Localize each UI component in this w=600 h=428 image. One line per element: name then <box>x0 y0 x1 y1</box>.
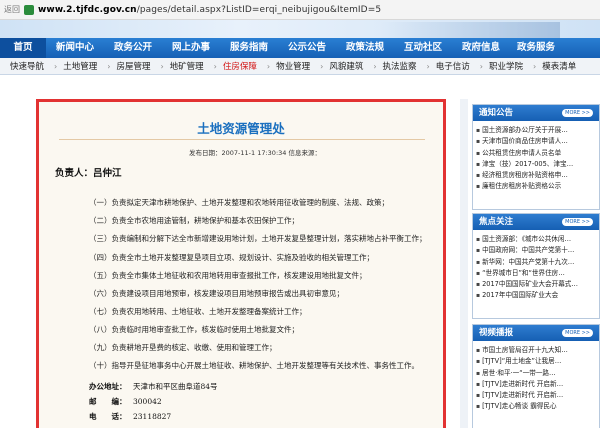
main-nav-item[interactable]: 政策法规 <box>336 38 394 58</box>
article-title: 土地资源管理处 <box>197 121 285 136</box>
main-nav-item[interactable]: 公示公告 <box>278 38 336 58</box>
duty-line: （九）负责耕地开垦费的核定、收缴、使用和管理工作； <box>89 343 277 352</box>
focus-list-item[interactable]: “世界城市日”和“世界住房… <box>476 268 597 279</box>
videos-list-item[interactable]: [TJTV]走进新时代 开启新… <box>476 390 597 401</box>
videos-list-item[interactable]: [TJTV]“用土地金”让我居… <box>476 356 597 367</box>
chevron-right-icon: › <box>426 61 430 71</box>
title-divider <box>59 139 425 140</box>
main-nav-item[interactable]: 政务服务 <box>510 38 562 58</box>
sub-nav-item[interactable]: 物业管理 <box>276 60 310 72</box>
main-nav-item[interactable]: 首页 <box>0 38 46 58</box>
videos-list-item[interactable]: 居世·和平·一“一带一路… <box>476 368 597 379</box>
article-panel: 土地资源管理处 发布日期：2007-11-1 17:30:34 信息来源： 负责… <box>36 99 446 428</box>
sub-nav-item[interactable]: 职业学院 <box>489 60 523 72</box>
duty-line: （二）负责全市农地用途管制，耕地保护和基本农田保护工作； <box>89 216 299 225</box>
main-nav: 首页 新闻中心 政务公开 网上办事 服务指南 公示公告 政策法规 互动社区 政府信息 政务服务 <box>0 38 600 58</box>
chevron-right-icon: › <box>479 61 483 71</box>
videos-list-item[interactable]: 市国土房管局召开十九大知… <box>476 345 597 356</box>
person-in-charge: 负责人：吕仲江 <box>55 168 122 179</box>
notices-title: 通知公告 <box>479 108 514 118</box>
browser-address-bar[interactable]: 返回 www.2.tjfdc.gov.cn/pages/detail.aspx?… <box>0 0 600 20</box>
duty-line: （六）负责建设项目用地预审，核发建设项目用地预审报告或出具初审意见； <box>89 289 344 298</box>
url-text[interactable]: www.2.tjfdc.gov.cn/pages/detail.aspx?Lis… <box>38 5 381 15</box>
notices-list: 国土资源部办公厅关于开展…天津市国价商品住房申请人…公共租赁住房申请人员名单津宝… <box>473 121 599 195</box>
sub-nav-item[interactable]: 地矿管理 <box>170 60 204 72</box>
duty-line: （七）负责农用地转用、土地征收、土地开发整理备案统计工作； <box>89 307 307 316</box>
phone-line: 电 话： 23118827 <box>89 412 172 421</box>
duty-line: （一）负责拟定天津市耕地保护、土地开发整理和农地转用征收管理的制度、法规、政策； <box>89 198 389 207</box>
focus-list-item[interactable]: 国土资源部：《城市公共休闲… <box>476 234 597 245</box>
focus-list: 国土资源部：《城市公共休闲…中国政府网：中国共产党第十…新华网：中国共产党第十九… <box>473 230 599 304</box>
sub-nav: 快速导航 › 土地管理 › 房屋管理 › 地矿管理 › 住房保障 › 物业管理 › 风貌建筑 › 执法监察… <box>0 58 600 75</box>
focus-box: 焦点关注 MORE >> 国土资源部：《城市公共休闲…中国政府网：中国共产党第十…… <box>472 213 600 319</box>
focus-title: 焦点关注 <box>479 217 514 227</box>
duty-line: （八）负责临时用地审查批工作，核发临时使用土地批复文件； <box>89 325 299 334</box>
main-nav-item[interactable]: 网上办事 <box>162 38 220 58</box>
chevron-right-icon: › <box>54 61 58 71</box>
duty-line: （四）负责全市土地开发整理复垦项目立项、规划设计、实施及验收的相关管理工作； <box>89 253 374 262</box>
main-nav-item[interactable]: 新闻中心 <box>46 38 104 58</box>
address-line: 办公地址： 天津市和平区曲阜道84号 <box>89 382 218 391</box>
main-nav-item[interactable]: 互动社区 <box>394 38 452 58</box>
videos-list-item[interactable]: [TJTV]走心畅谈 霸得民心 <box>476 401 597 412</box>
chevron-right-icon: › <box>213 61 217 71</box>
chevron-right-icon: › <box>266 61 271 71</box>
notices-list-item[interactable]: 公共租赁住房申请人员名单 <box>476 148 597 159</box>
focus-list-item[interactable]: 2017年中国国际矿业大会 <box>476 290 597 301</box>
duty-line: （五）负责全市集体土地征收和农用地转用审查报批工作，核发建设用地批复文件； <box>89 271 367 280</box>
quick-nav-label: 快速导航 <box>10 62 45 72</box>
notices-list-item[interactable]: 廉租住房租房补贴资格公示 <box>476 181 597 192</box>
notices-list-item[interactable]: 国土资源部办公厅关于开展… <box>476 125 597 136</box>
main-nav-item[interactable]: 服务指南 <box>220 38 278 58</box>
chevron-right-icon: › <box>532 61 537 71</box>
videos-title: 视频播报 <box>479 328 514 338</box>
focus-more-button[interactable]: MORE >> <box>562 218 593 226</box>
notices-list-item[interactable]: 天津市国价商品住房申请人… <box>476 136 597 147</box>
videos-list-item[interactable]: [TJTV]走进新时代 开启新… <box>476 379 597 390</box>
sub-nav-item[interactable]: 执法监察 <box>383 60 417 72</box>
main-nav-item[interactable]: 政府信息 <box>452 38 510 58</box>
videos-list: 市国土房管局召开十九大知…[TJTV]“用土地金”让我居…居世·和平·一“一带一… <box>473 341 599 415</box>
sub-nav-item[interactable]: 模表清单 <box>542 60 576 72</box>
chevron-right-icon: › <box>107 61 111 71</box>
site-banner <box>0 20 600 38</box>
sidebar-gutter <box>460 99 468 428</box>
notices-box: 通知公告 MORE >> 国土资源部办公厅关于开展…天津市国价商品住房申请人…公共… <box>472 104 600 210</box>
postcode-line: 邮 编： 300042 <box>89 397 162 406</box>
sub-nav-item[interactable]: 住房保障 <box>223 60 257 72</box>
site-favicon-icon <box>24 4 34 15</box>
sub-nav-item[interactable]: 土地管理 <box>63 60 97 72</box>
article-meta: 发布日期：2007-11-1 17:30:34 信息来源： <box>189 149 321 157</box>
chevron-right-icon: › <box>160 61 164 71</box>
notices-more-button[interactable]: MORE >> <box>562 109 593 117</box>
notices-list-item[interactable]: 津宝（技）2017-005、津宝… <box>476 159 597 170</box>
chevron-right-icon: › <box>320 61 324 71</box>
back-label[interactable]: 返回 <box>4 4 20 15</box>
focus-list-item[interactable]: 2017中国国际矿业大会开幕式… <box>476 279 597 290</box>
notices-list-item[interactable]: 经济租赁房租房补贴资格申… <box>476 170 597 181</box>
videos-more-button[interactable]: MORE >> <box>562 329 593 337</box>
duty-line: （十）指导开垦征地事务中心开展土地征收、耕地保护、土地开发整理等有关技术性、事务… <box>89 361 419 370</box>
duty-line: （三）负责编制和分解下达全市新增建设用地计划，土地开发复垦整理计划，落实耕地占补… <box>89 234 427 243</box>
chevron-right-icon: › <box>373 61 377 71</box>
main-nav-item[interactable]: 政务公开 <box>104 38 162 58</box>
focus-list-item[interactable]: 中国政府网：中国共产党第十… <box>476 245 597 256</box>
focus-list-item[interactable]: 新华网：中国共产党第十九次… <box>476 257 597 268</box>
sub-nav-item[interactable]: 电子信访 <box>436 60 470 72</box>
sub-nav-item[interactable]: 房屋管理 <box>116 60 150 72</box>
videos-box: 视频播报 MORE >> 市国土房管局召开十九大知…[TJTV]“用土地金”让我居… <box>472 324 600 428</box>
sub-nav-item[interactable]: 风貌建筑 <box>329 60 363 72</box>
